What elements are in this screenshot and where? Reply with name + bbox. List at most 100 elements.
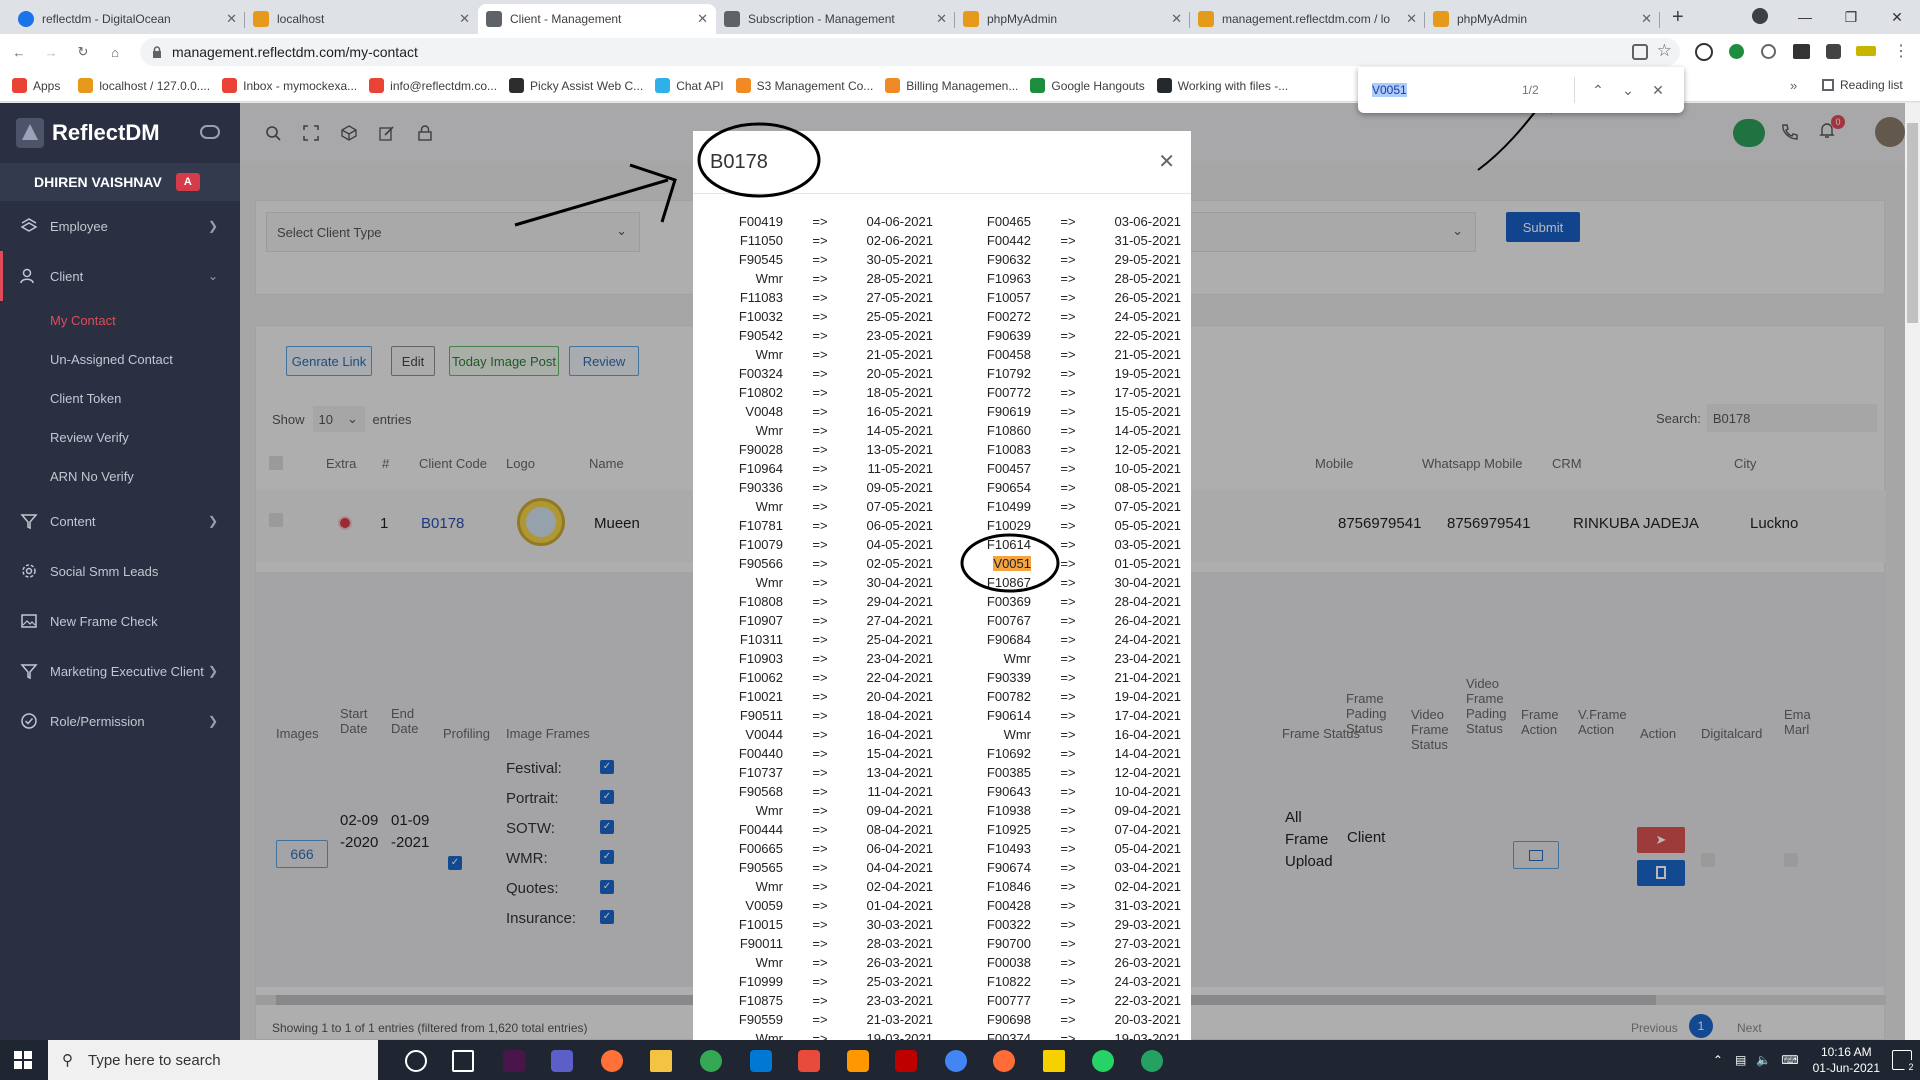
tab-5[interactable]: management.reflectdm.com / lo ✕ bbox=[1190, 4, 1425, 34]
frame-code-text: F00782 bbox=[986, 689, 1031, 704]
modal-close-icon[interactable]: ✕ bbox=[1158, 149, 1175, 174]
modal-frame-row: Wmr => 21-05-2021 F00458 => 21-05-2021 bbox=[693, 345, 1191, 364]
bookmark-6[interactable]: S3 Management Co... bbox=[735, 78, 873, 93]
reading-list-button[interactable]: Reading list bbox=[1822, 78, 1903, 92]
arrow-text: => bbox=[812, 841, 828, 856]
firefox-icon[interactable] bbox=[601, 1050, 623, 1072]
filezilla-icon[interactable] bbox=[895, 1050, 917, 1072]
teams-icon[interactable] bbox=[551, 1050, 573, 1072]
extension-icon[interactable] bbox=[1695, 43, 1713, 61]
tab-0[interactable]: reflectdm - DigitalOcean ✕ bbox=[10, 4, 245, 34]
frame-code-text: F10867 bbox=[986, 575, 1031, 590]
slack-icon[interactable] bbox=[503, 1050, 525, 1072]
home-button[interactable]: ⌂ bbox=[102, 39, 128, 65]
close-tab-icon[interactable]: ✕ bbox=[697, 11, 708, 27]
arrow-text: => bbox=[1060, 271, 1076, 286]
forward-button[interactable]: → bbox=[38, 39, 64, 65]
frame-date: 19-05-2021 bbox=[1114, 366, 1182, 381]
translate-icon[interactable] bbox=[1632, 44, 1648, 60]
task-view-icon[interactable] bbox=[452, 1050, 474, 1072]
sidebar-toggle-icon[interactable] bbox=[200, 125, 220, 139]
taskbar-search-box[interactable]: ⚲ Type here to search bbox=[48, 1040, 378, 1080]
extension-news-icon[interactable] bbox=[1793, 44, 1810, 59]
bookmark-4[interactable]: Picky Assist Web C... bbox=[509, 78, 643, 93]
restore-button[interactable]: ❐ bbox=[1828, 9, 1874, 26]
brand-logo[interactable]: ReflectDM bbox=[0, 103, 240, 163]
postman-icon[interactable] bbox=[993, 1050, 1015, 1072]
extension-globe-icon[interactable] bbox=[1761, 44, 1776, 59]
bookmark-9[interactable]: Working with files -... bbox=[1156, 78, 1288, 93]
sidebar-sub-my-contact[interactable]: My Contact bbox=[0, 301, 240, 340]
network-icon[interactable]: ▤ bbox=[1735, 1053, 1746, 1067]
back-button[interactable]: ← bbox=[6, 39, 32, 65]
extensions-puzzle-icon[interactable] bbox=[1826, 44, 1841, 59]
volume-icon[interactable]: 🔈 bbox=[1756, 1053, 1771, 1067]
close-tab-icon[interactable]: ✕ bbox=[226, 11, 237, 27]
app-sidebar: ReflectDM DHIREN VAISHNAV A Employee ❯ C… bbox=[0, 103, 240, 1040]
tab-1[interactable]: localhost ✕ bbox=[245, 4, 478, 34]
sidebar-item-content[interactable]: Content ❯ bbox=[0, 496, 240, 546]
sidebar-item-client[interactable]: Client ⌄ bbox=[0, 251, 240, 301]
tab-2[interactable]: Client - Management ✕ bbox=[478, 4, 716, 34]
bookmark-icon bbox=[1156, 78, 1172, 93]
sidebar-sub-arn-no-verify[interactable]: ARN No Verify bbox=[0, 457, 240, 496]
bookmark-7[interactable]: Billing Managemen... bbox=[885, 78, 1018, 93]
sidebar-sub-unassigned-contact[interactable]: Un-Assigned Contact bbox=[0, 340, 240, 379]
profile-search-tabs-icon[interactable] bbox=[1752, 8, 1768, 24]
close-tab-icon[interactable]: ✕ bbox=[1406, 11, 1417, 27]
bookmark-star-icon[interactable]: ☆ bbox=[1657, 41, 1672, 61]
taskbar-clock[interactable]: 10:16 AM 01-Jun-2021 bbox=[1813, 1044, 1880, 1076]
bookmark-5[interactable]: Chat API bbox=[655, 78, 724, 93]
close-window-button[interactable]: ✕ bbox=[1874, 9, 1920, 26]
new-tab-button[interactable]: + bbox=[1672, 6, 1684, 29]
sidebar-item-marketing-executive-client[interactable]: Marketing Executive Client ❯ bbox=[0, 646, 240, 696]
sidebar-item-role-permission[interactable]: Role/Permission ❯ bbox=[0, 696, 240, 746]
keyboard-icon[interactable]: ⌨ bbox=[1781, 1053, 1798, 1067]
find-next-icon[interactable]: ⌄ bbox=[1613, 82, 1643, 99]
chrome-icon[interactable] bbox=[1141, 1050, 1163, 1072]
bookmark-0[interactable]: Apps bbox=[12, 78, 60, 93]
chrome-icon[interactable] bbox=[700, 1050, 722, 1072]
address-bar[interactable]: management.reflectdm.com/my-contact ☆ bbox=[140, 38, 1680, 66]
extension-green-icon[interactable] bbox=[1729, 44, 1744, 59]
find-input[interactable]: V0051 bbox=[1372, 83, 1522, 97]
sidebar-item-new-frame-check[interactable]: New Frame Check bbox=[0, 596, 240, 646]
close-tab-icon[interactable]: ✕ bbox=[1641, 11, 1652, 27]
sidebar-item-employee[interactable]: Employee ❯ bbox=[0, 201, 240, 251]
tab-6[interactable]: phpMyAdmin ✕ bbox=[1425, 4, 1660, 34]
bookmark-8[interactable]: Google Hangouts bbox=[1030, 78, 1145, 93]
bookmark-1[interactable]: localhost / 127.0.0.... bbox=[78, 78, 210, 93]
find-previous-icon[interactable]: ⌃ bbox=[1583, 82, 1613, 99]
anydesk-icon[interactable] bbox=[798, 1050, 820, 1072]
sidebar-item-social-smm-leads[interactable]: Social Smm Leads bbox=[0, 546, 240, 596]
arrow-text: => bbox=[1060, 499, 1076, 514]
frame-code: Wmr bbox=[755, 803, 783, 818]
windows-start-icon[interactable] bbox=[14, 1051, 32, 1069]
extension-yellow-icon[interactable] bbox=[1856, 46, 1876, 56]
chrome-icon[interactable] bbox=[945, 1050, 967, 1072]
tray-chevron-icon[interactable]: ⌃ bbox=[1713, 1053, 1723, 1067]
sublime-icon[interactable] bbox=[847, 1050, 869, 1072]
file-explorer-icon[interactable] bbox=[650, 1050, 672, 1072]
close-tab-icon[interactable]: ✕ bbox=[936, 11, 947, 27]
bookmark-2[interactable]: Inbox - mymockexa... bbox=[222, 78, 357, 93]
vscode-icon[interactable] bbox=[750, 1050, 772, 1072]
tab-4[interactable]: phpMyAdmin ✕ bbox=[955, 4, 1190, 34]
minimize-button[interactable]: — bbox=[1782, 9, 1828, 25]
browser-menu-icon[interactable]: ⋮ bbox=[1893, 41, 1909, 61]
sidebar-sub-client-token[interactable]: Client Token bbox=[0, 379, 240, 418]
whatsapp-icon[interactable] bbox=[1092, 1050, 1114, 1072]
find-close-icon[interactable]: ✕ bbox=[1643, 82, 1673, 99]
close-tab-icon[interactable]: ✕ bbox=[459, 11, 470, 27]
bookmarks-overflow-icon[interactable]: » bbox=[1790, 78, 1797, 93]
sticky-notes-icon[interactable] bbox=[1043, 1050, 1065, 1072]
bookmark-3[interactable]: info@reflectdm.co... bbox=[369, 78, 497, 93]
sidebar-sub-review-verify[interactable]: Review Verify bbox=[0, 418, 240, 457]
page-vertical-scrollbar[interactable] bbox=[1905, 103, 1920, 1040]
cortana-icon[interactable] bbox=[405, 1050, 427, 1072]
close-tab-icon[interactable]: ✕ bbox=[1171, 11, 1182, 27]
tab-3[interactable]: Subscription - Management ✕ bbox=[716, 4, 955, 34]
page-scrollbar-thumb[interactable] bbox=[1907, 123, 1918, 323]
reload-button[interactable]: ↻ bbox=[70, 39, 96, 65]
frame-code-text: F10938 bbox=[986, 803, 1031, 818]
